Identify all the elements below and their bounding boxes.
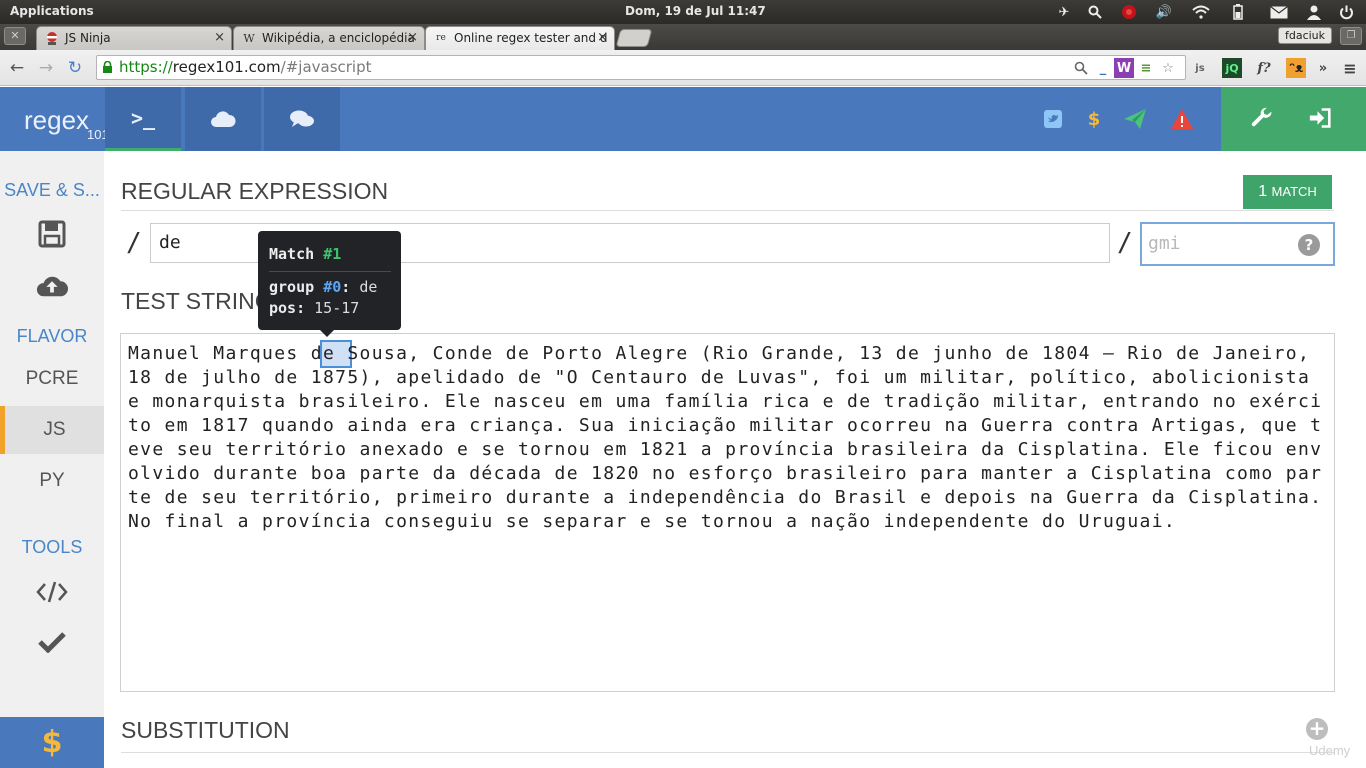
extension-w-icon[interactable]: W bbox=[1114, 58, 1134, 78]
more-extensions-icon[interactable]: » bbox=[1313, 58, 1333, 78]
extension-notes-icon[interactable]: ≡ bbox=[1136, 58, 1156, 78]
tooltip-title: Match #1 bbox=[269, 245, 342, 263]
udemy-watermark: Udemy bbox=[1309, 743, 1351, 758]
test-string-text[interactable]: Manuel Marques de Sousa, Conde de Porto … bbox=[128, 342, 1324, 534]
url-host: regex101.com bbox=[172, 58, 281, 76]
match-count-badge: 1 MATCH bbox=[1243, 175, 1332, 209]
battery-icon[interactable] bbox=[1229, 3, 1247, 21]
extension-js-icon[interactable]: js bbox=[1190, 58, 1210, 78]
tab-wikipedia[interactable]: W Wikipédia, a enciclopédia × bbox=[233, 26, 425, 50]
cloud-icon bbox=[211, 111, 236, 127]
chat-bubbles-icon bbox=[290, 110, 314, 127]
profile-button[interactable]: fdaciuk bbox=[1278, 27, 1332, 44]
browser-toolbar: ← → ↻ https://regex101.com/#javascript _… bbox=[0, 50, 1366, 86]
tooltip-pos-line: pos: 15-17 bbox=[269, 299, 360, 317]
twitter-icon[interactable] bbox=[1042, 108, 1064, 130]
paper-plane-icon[interactable] bbox=[1124, 108, 1146, 130]
test-string-heading: TEST STRING bbox=[121, 288, 273, 314]
match-tooltip: Match #1 group #0: de pos: 15-17 bbox=[258, 231, 401, 337]
donate-dollar-icon[interactable]: $ bbox=[0, 717, 104, 768]
cloud-upload-icon[interactable] bbox=[36, 269, 68, 301]
ninja-icon bbox=[45, 31, 59, 45]
forward-arrow-icon[interactable]: → bbox=[35, 57, 57, 79]
mail-icon[interactable] bbox=[1270, 3, 1288, 21]
window-restore-icon[interactable]: ❐ bbox=[1340, 27, 1362, 45]
record-icon[interactable] bbox=[1120, 3, 1138, 21]
regex-heading: REGULAR EXPRESSION bbox=[121, 178, 389, 204]
browser-tab-strip: ✕ JS Ninja × W Wikipédia, a enciclopédia… bbox=[0, 24, 1366, 50]
add-substitution-icon[interactable]: + bbox=[1306, 718, 1328, 740]
tab-regex101[interactable]: re Online regex tester and d × bbox=[425, 26, 615, 50]
tab-library[interactable] bbox=[185, 87, 261, 151]
system-clock[interactable]: Dom, 19 de Jul 11:47 bbox=[625, 4, 766, 18]
save-heading: SAVE & S... bbox=[4, 180, 100, 200]
warning-icon[interactable] bbox=[1171, 108, 1193, 130]
url-scheme: https:// bbox=[119, 58, 173, 76]
regex101-icon: re bbox=[436, 33, 446, 43]
regex101-logo[interactable]: regex101 bbox=[0, 87, 109, 151]
regex-delimiter-close: / bbox=[1117, 228, 1133, 258]
tab-title: JS Ninja bbox=[65, 31, 111, 45]
tray-bird-icon[interactable]: ✈ bbox=[1055, 3, 1073, 21]
url-path: /#javascript bbox=[280, 58, 372, 76]
help-icon[interactable]: ? bbox=[1298, 234, 1320, 256]
back-arrow-icon[interactable]: ← bbox=[6, 57, 28, 79]
tab-regex-editor[interactable]: >_ bbox=[105, 87, 181, 151]
substitution-heading: SUBSTITUTION bbox=[121, 717, 290, 743]
regex-delimiter-open: / bbox=[126, 228, 142, 258]
flavor-py[interactable]: PY bbox=[0, 457, 104, 505]
sign-in-icon[interactable] bbox=[1309, 107, 1331, 129]
address-bar[interactable]: https://regex101.com/#javascript bbox=[96, 55, 1186, 80]
wrench-icon[interactable] bbox=[1251, 107, 1273, 129]
header-settings-area bbox=[1221, 87, 1366, 151]
os-top-panel: Applications Dom, 19 de Jul 11:47 ✈ 🔊 bbox=[0, 0, 1366, 24]
terminal-icon: >_ bbox=[130, 105, 156, 130]
tooltip-group-line: group #0: de bbox=[269, 278, 378, 296]
close-tab-icon[interactable]: × bbox=[407, 30, 418, 45]
wikipedia-icon: W bbox=[243, 31, 255, 45]
flavor-pcre[interactable]: PCRE bbox=[0, 355, 104, 403]
new-tab-button[interactable] bbox=[615, 29, 653, 47]
menu-icon[interactable]: ≡ bbox=[1340, 58, 1360, 78]
extension-function-icon[interactable]: f? bbox=[1254, 58, 1274, 78]
divider bbox=[121, 210, 1334, 211]
save-disk-icon[interactable] bbox=[36, 218, 68, 250]
checkmark-icon[interactable] bbox=[36, 626, 68, 658]
reload-icon[interactable]: ↻ bbox=[64, 57, 86, 79]
code-generator-icon[interactable] bbox=[36, 576, 68, 608]
bookmark-star-icon[interactable]: ☆ bbox=[1158, 58, 1178, 78]
extension-face-icon[interactable]: ᵔᴥ bbox=[1286, 58, 1306, 78]
zoom-icon[interactable] bbox=[1071, 58, 1091, 78]
tab-title: Online regex tester and d bbox=[454, 31, 608, 45]
dollar-icon[interactable]: $ bbox=[1083, 108, 1105, 130]
app-header: regex101 >_ $ bbox=[0, 87, 1366, 151]
extension-underscore-icon[interactable]: _ bbox=[1093, 58, 1113, 78]
divider bbox=[121, 752, 1334, 753]
window-close-icon[interactable]: ✕ bbox=[4, 27, 26, 45]
user-icon[interactable] bbox=[1305, 3, 1323, 21]
applications-menu[interactable]: Applications bbox=[10, 4, 94, 18]
flavor-js[interactable]: JS bbox=[0, 406, 104, 454]
flavor-heading: FLAVOR bbox=[16, 326, 88, 346]
tab-chat[interactable] bbox=[264, 87, 340, 151]
left-sidebar: SAVE & S... FLAVOR PCRE JS PY TOOLS $ bbox=[0, 151, 104, 768]
lock-icon bbox=[103, 61, 112, 73]
search-icon[interactable] bbox=[1086, 3, 1104, 21]
close-tab-icon[interactable]: × bbox=[597, 30, 608, 45]
tools-heading: TOOLS bbox=[21, 537, 83, 557]
close-tab-icon[interactable]: × bbox=[214, 30, 225, 45]
tab-js-ninja[interactable]: JS Ninja × bbox=[36, 26, 232, 50]
wifi-icon[interactable] bbox=[1192, 3, 1210, 21]
extension-jq-icon[interactable]: jQ bbox=[1222, 58, 1242, 78]
tooltip-divider bbox=[269, 271, 391, 272]
tab-title: Wikipédia, a enciclopédia bbox=[262, 31, 415, 45]
power-icon[interactable] bbox=[1337, 3, 1355, 21]
volume-icon[interactable]: 🔊 bbox=[1155, 3, 1173, 21]
